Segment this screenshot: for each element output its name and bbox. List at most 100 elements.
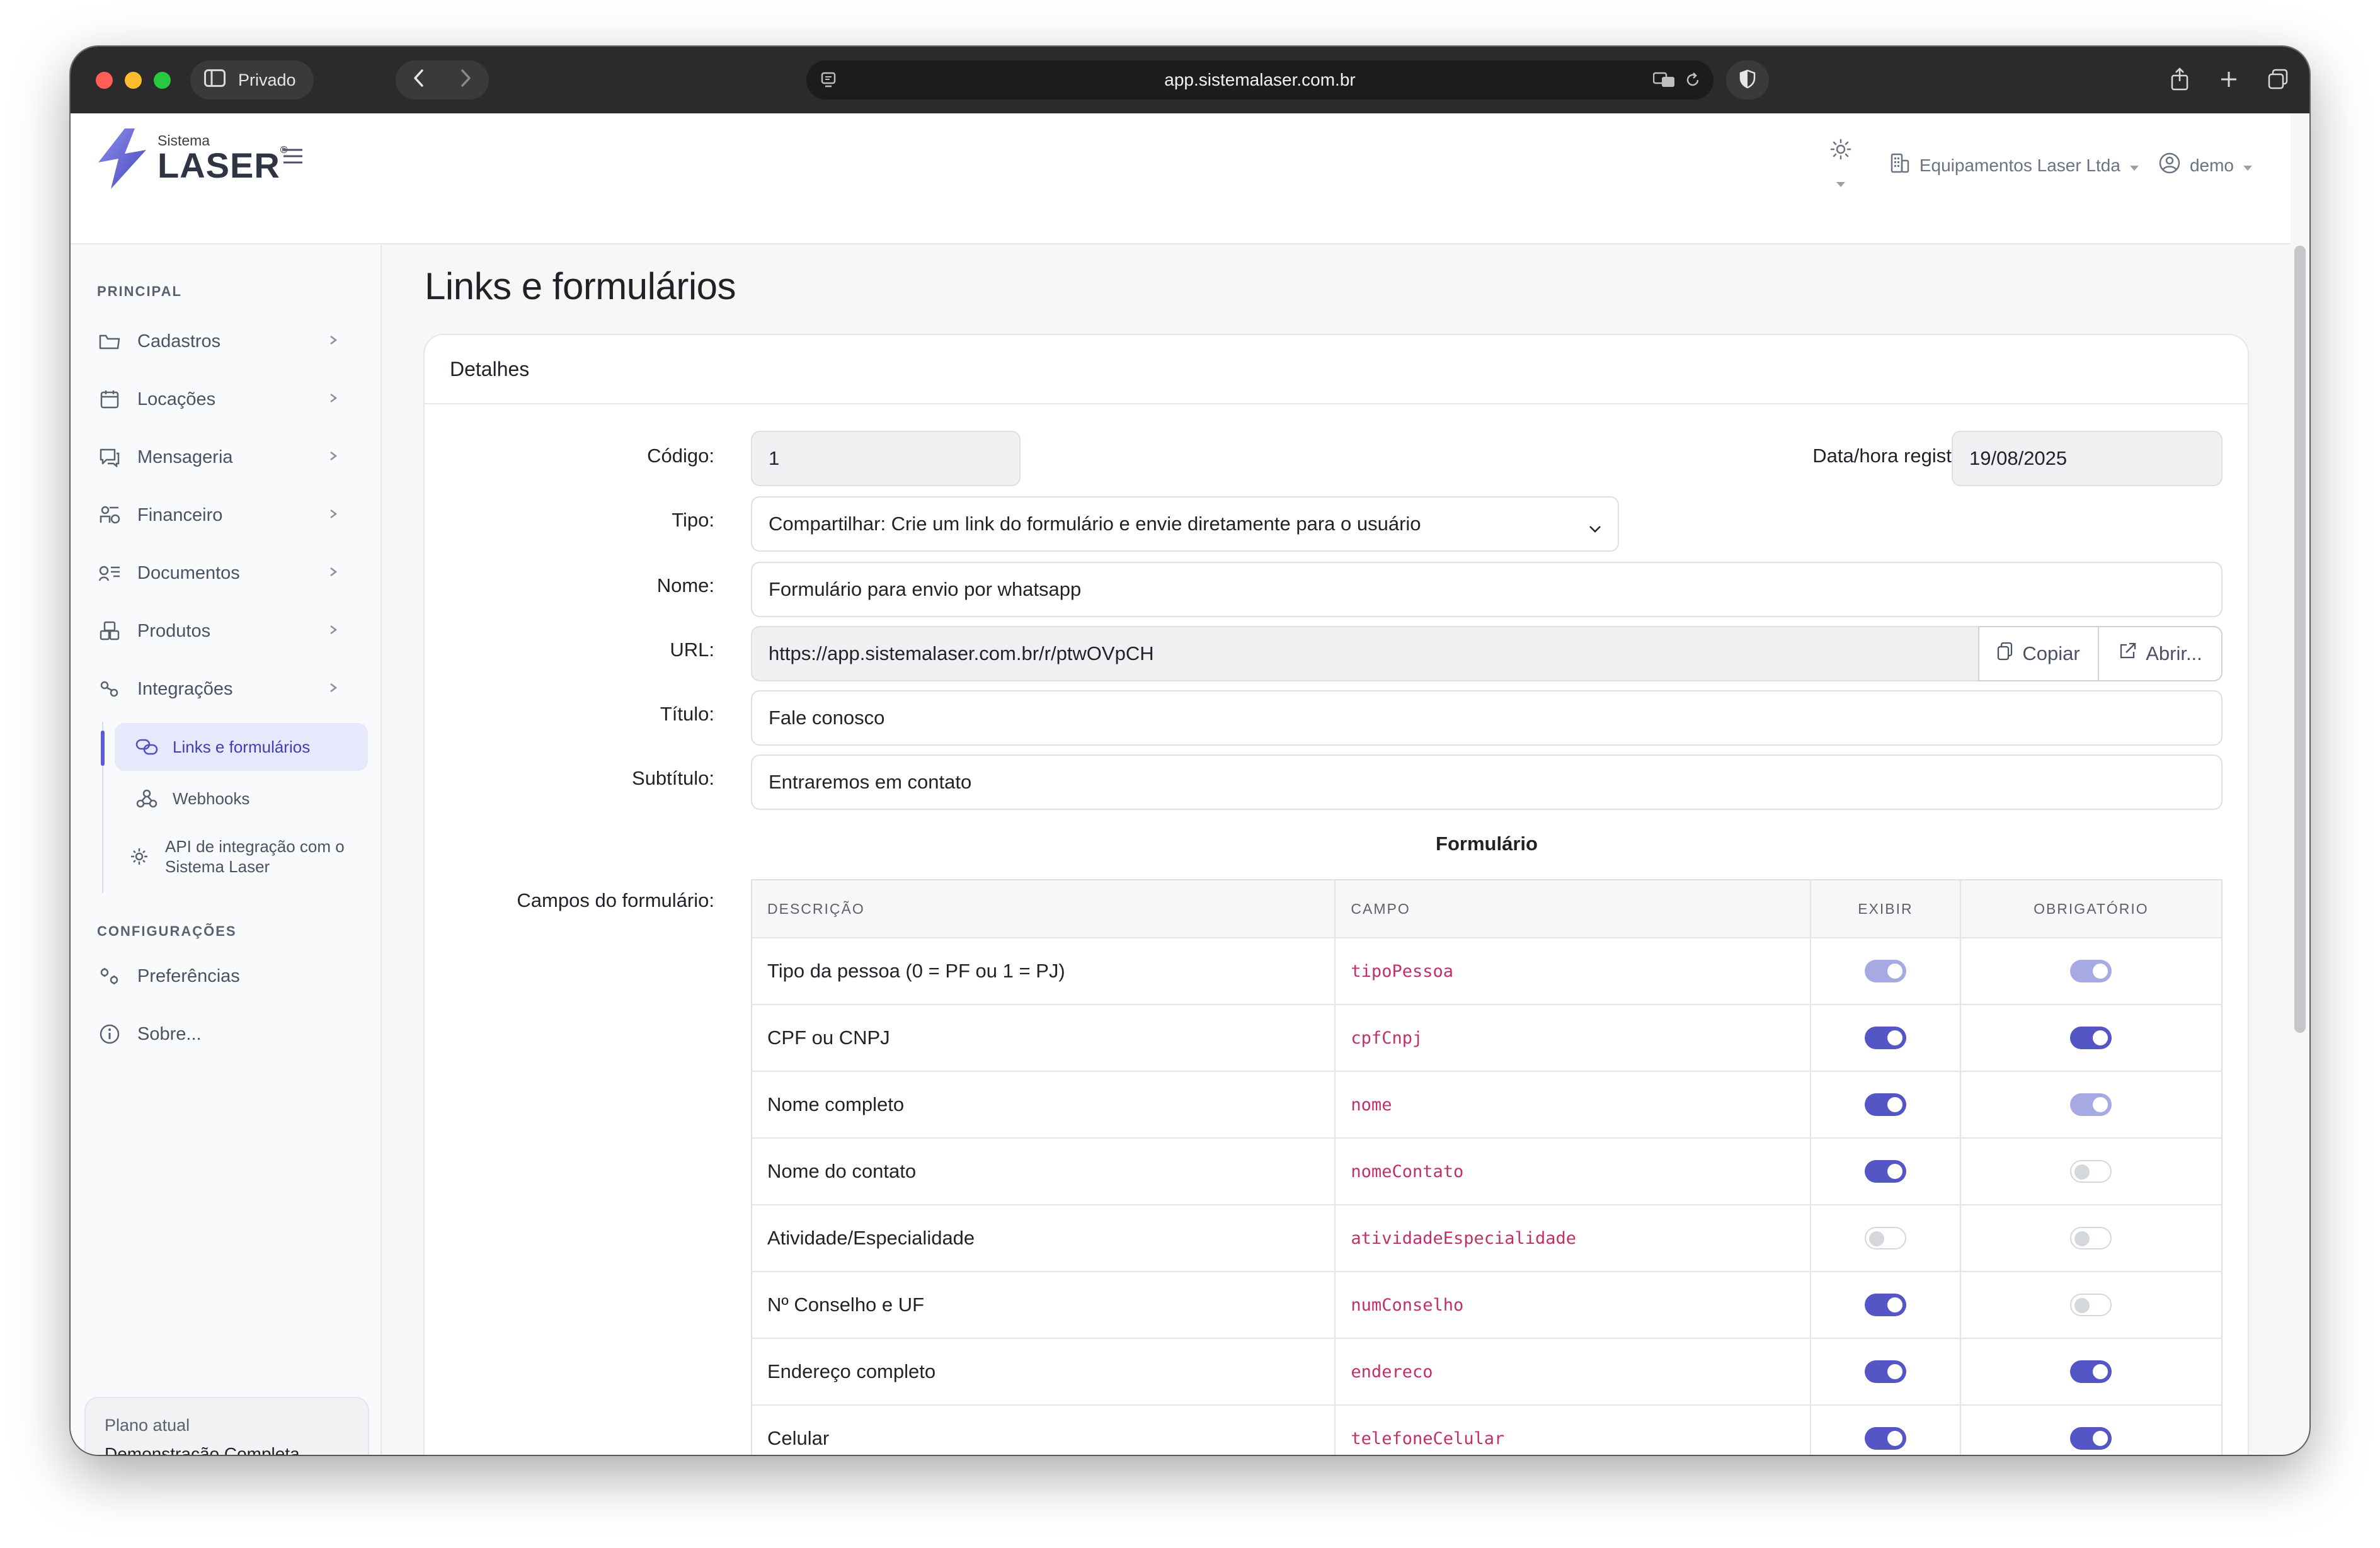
finance-icon (97, 503, 122, 528)
logo-small-text: Sistema (157, 132, 210, 149)
chevron-right-icon (329, 621, 338, 644)
url-value: https://app.sistemalaser.com.br/r/ptwOVp… (769, 642, 1154, 664)
sidebar-subitem-label: Links e formulários (173, 737, 311, 756)
exibir-toggle[interactable] (1864, 1227, 1906, 1249)
app-logo[interactable]: Sistema LASER® (93, 126, 289, 195)
exibir-toggle[interactable] (1864, 1294, 1906, 1316)
copy-url-button[interactable]: Copiar (1978, 626, 2099, 681)
tipo-select[interactable]: Compartilhar: Crie um link do formulário… (751, 496, 1619, 552)
nome-field[interactable]: Formulário para envio por whatsapp (751, 562, 2223, 617)
sidebar-item-api[interactable]: API de integração com o Sistema Laser (115, 828, 368, 885)
new-tab-icon[interactable] (2215, 65, 2243, 93)
toggle-knob (1868, 1231, 1884, 1246)
cell-descricao: Tipo da pessoa (0 = PF ou 1 = PJ) (767, 960, 1065, 982)
exibir-toggle[interactable] (1864, 1160, 1906, 1183)
sidebar-item-label: Locações (137, 389, 216, 409)
zoom-window-button[interactable] (154, 72, 171, 89)
webhook-icon (135, 787, 159, 811)
card-title: Detalhes (450, 357, 530, 380)
obrigatorio-toggle[interactable] (2070, 1427, 2112, 1450)
toggle-knob (1887, 1097, 1902, 1112)
integrations-icon (97, 676, 122, 702)
th-exibir: EXIBIR (1810, 880, 1960, 937)
toggle-knob (1887, 1431, 1902, 1446)
chevron-right-icon (329, 447, 338, 470)
toggle-knob (2093, 1364, 2108, 1379)
subtitulo-field[interactable]: Entraremos em contato (751, 754, 2223, 810)
titulo-label: Título: (660, 703, 714, 725)
app-header: Sistema LASER® Equipamentos Laser Ltda d… (71, 113, 2291, 244)
sidebar-item-documentos[interactable]: Documentos (97, 554, 349, 592)
codigo-field[interactable]: 1 (751, 431, 1021, 486)
menu-toggle-icon[interactable] (282, 147, 304, 168)
data-registro-field[interactable]: 19/08/2025 (1952, 431, 2223, 486)
sidebar-item-produtos[interactable]: Produtos (97, 612, 349, 650)
theme-toggle[interactable] (1830, 139, 1851, 192)
sidebar-item-integracoes[interactable]: Integrações (97, 670, 349, 708)
reload-icon[interactable] (1685, 71, 1701, 93)
sidebar-item-preferencias[interactable]: Preferências (97, 957, 349, 995)
exibir-toggle[interactable] (1864, 1093, 1906, 1116)
private-mode-button[interactable]: Privado (190, 60, 314, 100)
privacy-shield-button[interactable] (1726, 60, 1769, 100)
documents-icon (97, 561, 122, 586)
company-selector[interactable]: Equipamentos Laser Ltda (1889, 152, 2139, 178)
obrigatorio-toggle[interactable] (2070, 1027, 2112, 1049)
sidebar-item-links-formularios[interactable]: Links e formulários (115, 723, 368, 771)
page-scrollbar[interactable] (2294, 246, 2306, 1033)
cell-descricao: CPF ou CNPJ (767, 1027, 890, 1049)
cell-campo: nomeContato (1334, 1139, 1810, 1204)
toggle-knob (1887, 964, 1902, 979)
minimize-window-button[interactable] (125, 72, 142, 89)
table-row: CPF ou CNPJ cpfCnpj (752, 1004, 2221, 1071)
exibir-toggle[interactable] (1864, 1360, 1906, 1383)
cell-exibir (1810, 1072, 1960, 1137)
table-body: Tipo da pessoa (0 = PF ou 1 = PJ) tipoPes… (752, 937, 2221, 1455)
sidebar-item-webhooks[interactable]: Webhooks (115, 775, 368, 822)
sidebar-item-label: Preferências (137, 965, 240, 986)
toggle-knob (1887, 1297, 1902, 1312)
forward-icon[interactable] (459, 69, 472, 92)
exibir-toggle[interactable] (1864, 1427, 1906, 1450)
cell-obrigatorio (1959, 1406, 2221, 1455)
cell-campo: endereco (1334, 1339, 1810, 1404)
section-principal: PRINCIPAL (97, 283, 182, 299)
cell-exibir (1810, 1406, 1960, 1455)
page-menu-icon[interactable] (820, 72, 837, 93)
field-code: nome (1351, 1095, 1392, 1115)
laser-bolt-logo-icon (93, 126, 151, 195)
obrigatorio-toggle[interactable] (2070, 1227, 2112, 1249)
sidebar-item-mensageria[interactable]: Mensageria (97, 438, 349, 476)
obrigatorio-toggle[interactable] (2070, 1294, 2112, 1316)
sidebar-item-cadastros[interactable]: Cadastros (97, 322, 349, 360)
cell-descricao: Nº Conselho e UF (767, 1294, 925, 1316)
obrigatorio-toggle (2070, 1093, 2112, 1116)
toggle-knob (2074, 1231, 2090, 1246)
share-icon[interactable] (2166, 65, 2194, 93)
toggle-knob (1887, 1364, 1902, 1379)
toggle-knob (2074, 1298, 2090, 1313)
open-url-button[interactable]: Abrir... (2098, 626, 2223, 681)
close-window-button[interactable] (96, 72, 113, 89)
obrigatorio-toggle (2070, 960, 2112, 982)
obrigatorio-toggle[interactable] (2070, 1360, 2112, 1383)
exibir-toggle[interactable] (1864, 1027, 1906, 1049)
cell-exibir (1810, 1272, 1960, 1338)
obrigatorio-toggle[interactable] (2070, 1160, 2112, 1183)
table-row: Endereço completo endereco (752, 1338, 2221, 1404)
sidebar-item-financeiro[interactable]: Financeiro (97, 496, 349, 534)
open-button-label: Abrir... (2146, 642, 2202, 664)
titulo-field[interactable]: Fale conosco (751, 690, 2223, 746)
tab-overview-icon[interactable] (2264, 65, 2292, 93)
translate-icon[interactable] (1652, 71, 1676, 93)
page-title: Links e formulários (425, 265, 736, 307)
sidebar-item-locacoes[interactable]: Locações (97, 380, 349, 418)
sidebar-item-sobre[interactable]: Sobre... (97, 1015, 349, 1053)
back-icon[interactable] (413, 69, 425, 92)
logo-big-text: LASER (157, 145, 280, 185)
browser-toolbar-right (2166, 65, 2292, 93)
field-code: atividadeEspecialidade (1351, 1228, 1577, 1248)
address-bar[interactable]: app.sistemalaser.com.br (806, 60, 1713, 100)
user-menu[interactable]: demo (2158, 152, 2253, 179)
cell-obrigatorio (1959, 1205, 2221, 1271)
